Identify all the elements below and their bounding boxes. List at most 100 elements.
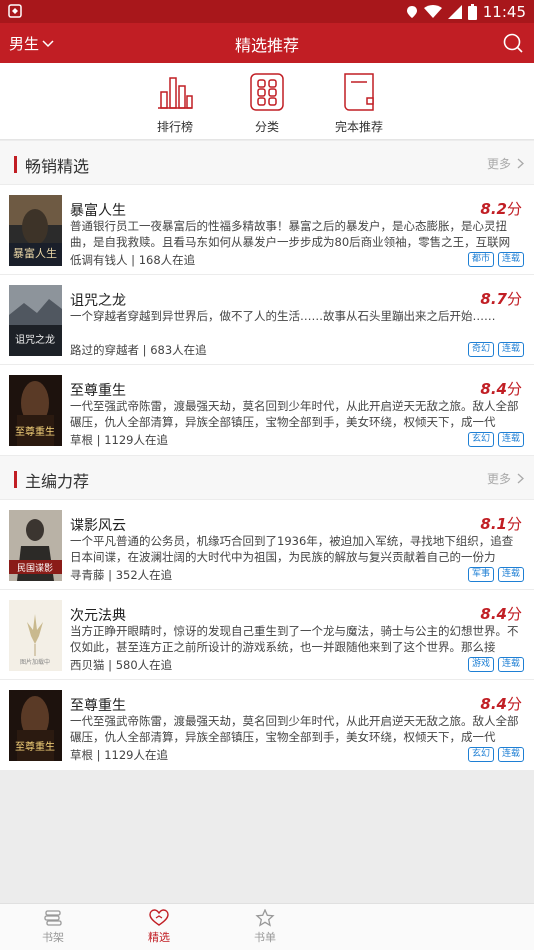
book-item[interactable]: 图片加载中 次元法典 8.4分 当方正睁开眼睛时，惊讶的发现自己重生到了一个龙与… (0, 590, 534, 680)
book-cover: 民国谍影 (9, 510, 62, 581)
status-tag: 连载 (497, 342, 524, 357)
book-readers: 683人在追 (150, 343, 207, 357)
book-meta: 路过的穿越者 | 683人在追 (70, 343, 207, 357)
book-cover: 诅咒之龙 (9, 285, 62, 356)
search-icon[interactable] (502, 32, 524, 54)
quick-nav-label: 排行榜 (156, 120, 193, 134)
book-score: 8.7分 (480, 290, 522, 308)
book-cover: 至尊重生 (9, 690, 62, 761)
genre-tag: 游戏 (467, 657, 494, 672)
section-header: 主编力荐 更多 (0, 456, 534, 500)
book-readers: 1129人在追 (104, 433, 168, 447)
tab-label: 精选 (148, 931, 170, 944)
book-description: 一代至强武帝陈雷，渡最强天劫，莫名回到少年时代，从此开启逆天无敌之旅。敌人全部碾… (70, 714, 519, 744)
section-accent-bar (14, 156, 17, 173)
more-label: 更多 (486, 472, 511, 486)
book-readers: 1129人在追 (104, 748, 168, 762)
book-meta: 寻青藤 | 352人在追 (70, 568, 173, 582)
tab-label: 书单 (254, 931, 276, 944)
quick-nav-ranking[interactable]: 排行榜 (149, 72, 201, 139)
genre-tag: 玄幻 (467, 747, 494, 762)
quick-nav: 排行榜 分类 完本推荐 (0, 63, 534, 140)
location-icon (406, 6, 417, 18)
book-author: 寻青藤 (70, 568, 105, 582)
star-icon (255, 909, 275, 927)
book-tags: 玄幻 连载 (467, 747, 524, 762)
book-score: 8.4分 (480, 695, 522, 713)
more-link[interactable]: 更多 (487, 470, 524, 487)
section-title: 畅销精选 (25, 157, 90, 176)
book-tags: 都市 连载 (467, 252, 524, 267)
book-author: 西贝猫 (70, 658, 105, 672)
cover-title: 诅咒之龙 (15, 333, 55, 346)
cover-title: 至尊重生 (15, 740, 55, 753)
status-tag: 连载 (497, 432, 524, 447)
book-item[interactable]: 暴富人生 暴富人生 8.2分 普通银行员工一夜暴富后的性福多精故事！暴富之后的暴… (0, 185, 534, 275)
section-accent-bar (14, 471, 17, 488)
book-author: 草根 (70, 748, 93, 762)
book-readers: 352人在追 (115, 568, 173, 582)
category-icon (250, 73, 284, 111)
genre-tag: 军事 (467, 567, 494, 582)
book-meta: 草根 | 1129人在追 (70, 433, 168, 447)
section-title: 主编力荐 (25, 472, 90, 491)
cover-title: 至尊重生 (15, 425, 55, 438)
book-readers: 580人在追 (115, 658, 173, 672)
book-readers: 168人在追 (138, 253, 196, 267)
book-item[interactable]: 民国谍影 谍影风云 8.1分 一个平凡普通的公务员，机缘巧合回到了1936年，被… (0, 500, 534, 590)
status-bar: 11:45 (0, 0, 534, 23)
cover-title: 民国谍影 (17, 563, 53, 574)
quick-nav-label: 分类 (254, 120, 279, 134)
quick-nav-complete[interactable]: 完本推荐 (333, 72, 385, 139)
heart-icon (149, 909, 169, 926)
cover-title: 图片加载中 (20, 658, 50, 666)
wifi-icon (423, 5, 442, 18)
book-title: 诅咒之龙 (70, 293, 126, 309)
book-item[interactable]: 诅咒之龙 诅咒之龙 8.7分 一个穿越者穿越到异世界后，做不了人的生活……故事从… (0, 275, 534, 365)
book-author: 低调有钱人 (70, 253, 128, 267)
book-item[interactable]: 至尊重生 至尊重生 8.4分 一代至强武帝陈雷，渡最强天劫，莫名回到少年时代，从… (0, 365, 534, 455)
section-editor-picks: 主编力荐 更多 民国谍影 谍影风云 8.1分 一个平凡普通的公务员，机缘巧合回到… (0, 456, 534, 770)
book-complete-icon (344, 73, 374, 111)
ranking-icon (158, 77, 193, 109)
book-cover: 至尊重生 (9, 375, 62, 446)
bookshelf-icon (44, 910, 62, 926)
book-title: 暴富人生 (70, 203, 126, 219)
title-bar: 男生 精选推荐 (0, 23, 534, 63)
book-title: 至尊重生 (70, 698, 126, 714)
book-title: 谍影风云 (70, 518, 126, 534)
chevron-right-icon (517, 473, 524, 484)
tab-bookshelf[interactable]: 书架 (0, 904, 106, 950)
book-meta: 低调有钱人 | 168人在追 (70, 253, 196, 267)
book-score: 8.4分 (480, 380, 522, 398)
book-tags: 军事 连载 (467, 567, 524, 582)
page-title: 精选推荐 (234, 36, 299, 55)
more-link[interactable]: 更多 (487, 155, 524, 172)
more-label: 更多 (486, 157, 511, 171)
status-tag: 连载 (497, 252, 524, 267)
book-title: 至尊重生 (70, 383, 126, 399)
genre-tag: 奇幻 (467, 342, 494, 357)
book-score: 8.2分 (480, 200, 522, 218)
book-author: 草根 (70, 433, 93, 447)
quick-nav-category[interactable]: 分类 (241, 72, 293, 139)
book-description: 一个穿越者穿越到异世界后，做不了人的生活……故事从石头里蹦出来之后开始…… (70, 309, 496, 323)
clock: 11:45 (482, 3, 526, 21)
genre-tag: 都市 (467, 252, 494, 267)
status-tag: 连载 (497, 657, 524, 672)
book-description: 一代至强武帝陈雷，渡最强天劫，莫名回到少年时代，从此开启逆天无敌之旅。敌人全部碾… (70, 399, 519, 429)
tab-featured[interactable]: 精选 (106, 904, 212, 950)
signal-icon (447, 5, 462, 19)
cover-title: 暴富人生 (13, 246, 57, 260)
book-tags: 奇幻 连载 (467, 342, 524, 357)
book-item[interactable]: 至尊重生 至尊重生 8.4分 一代至强武帝陈雷，渡最强天劫，莫名回到少年时代，从… (0, 680, 534, 770)
tab-booklist[interactable]: 书单 (212, 904, 318, 950)
genre-tag: 玄幻 (467, 432, 494, 447)
section-bestsellers: 畅销精选 更多 暴富人生 暴富人生 8.2分 普通银行员工一夜暴富后的性福多精故… (0, 141, 534, 455)
book-author: 路过的穿越者 (70, 343, 139, 357)
status-tag: 连载 (497, 567, 524, 582)
book-cover: 暴富人生 (9, 195, 62, 266)
notification-icon (8, 4, 22, 18)
book-description: 普通银行员工一夜暴富后的性福多精故事！暴富之后的暴发户，是心态膨胀，是心灵扭曲，… (70, 219, 511, 249)
quick-nav-label: 完本推荐 (334, 120, 383, 134)
